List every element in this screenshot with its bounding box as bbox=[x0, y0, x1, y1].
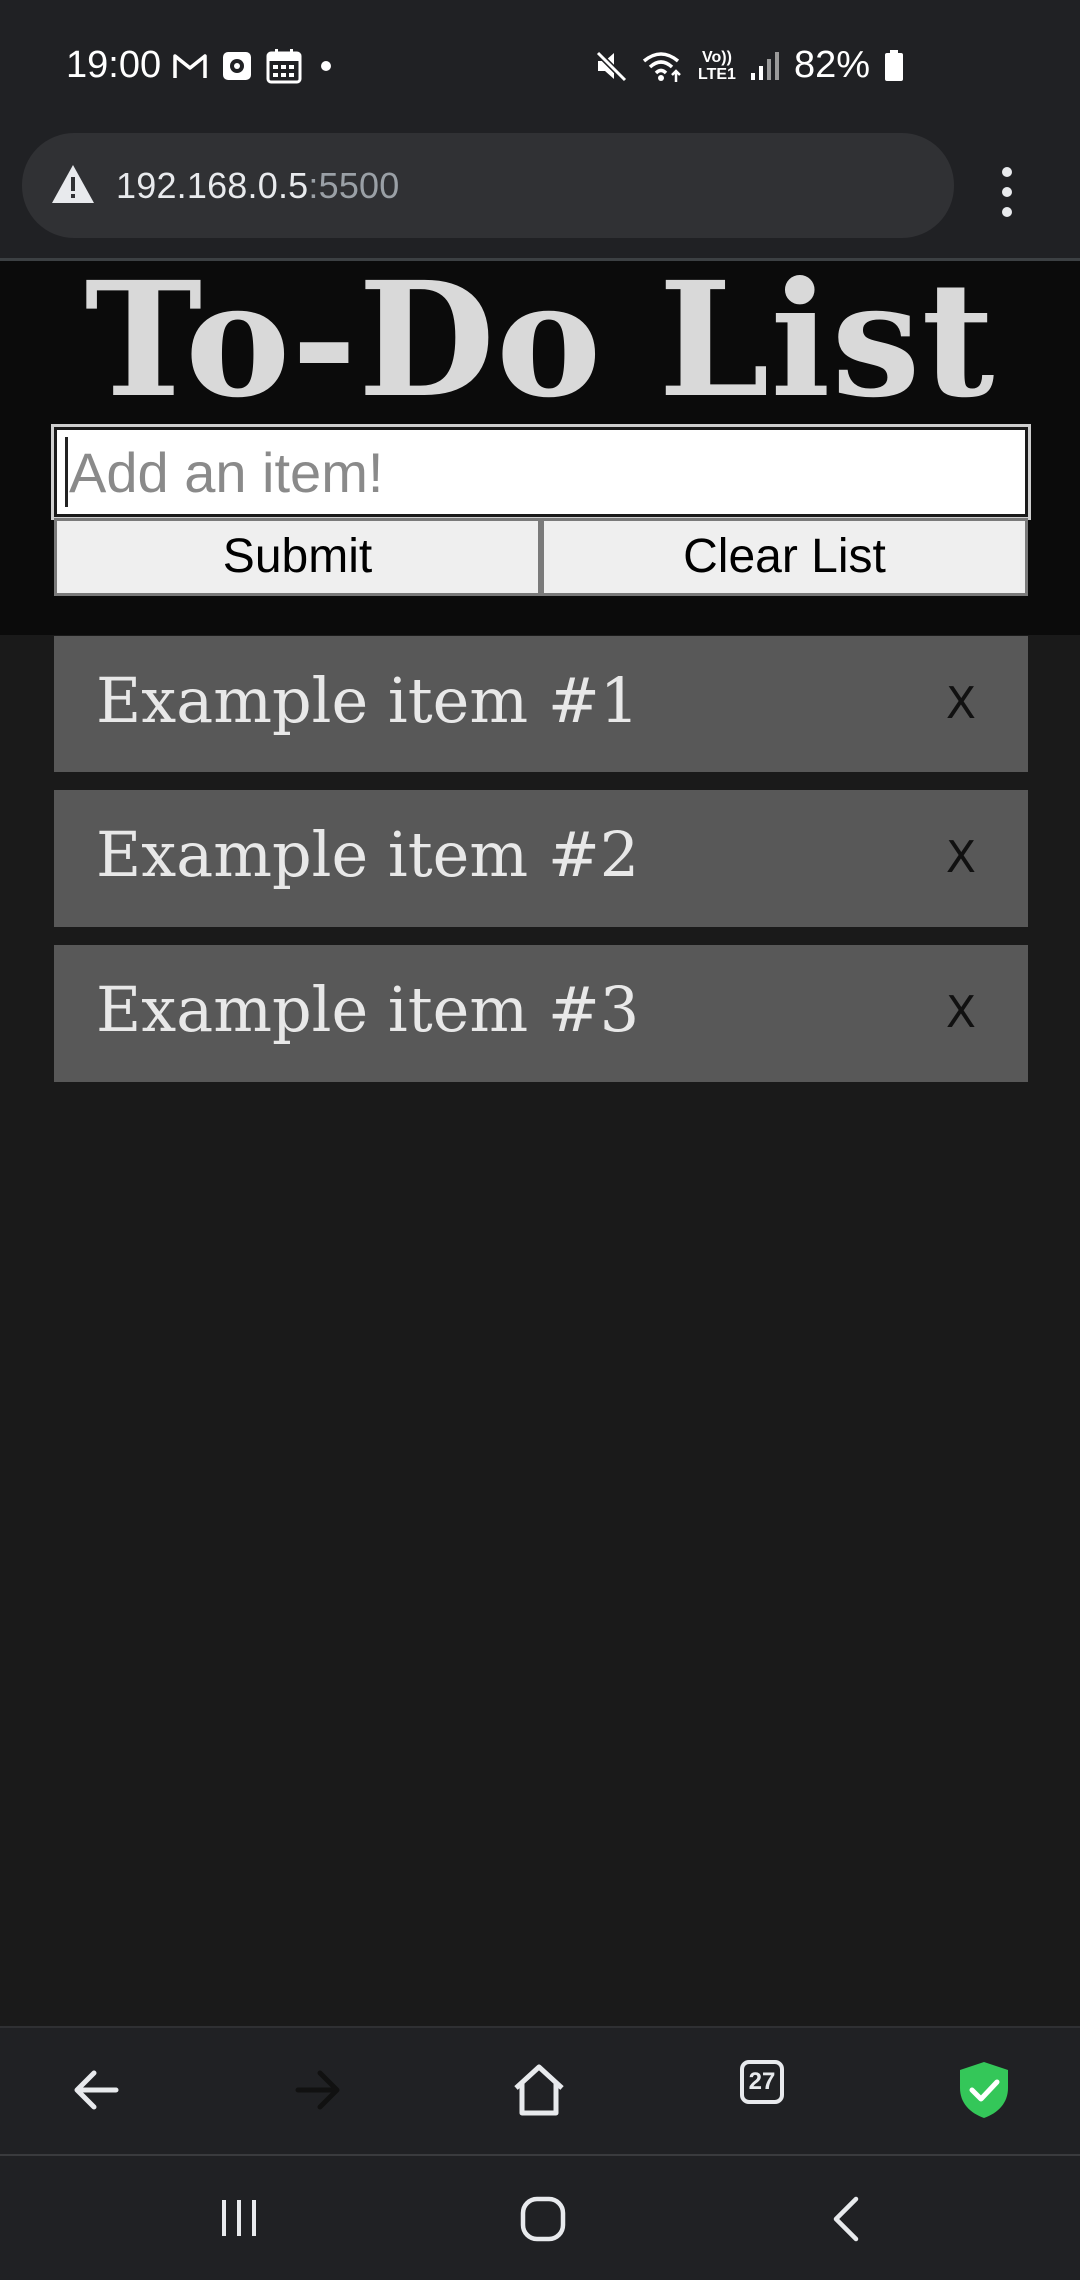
clear-list-button[interactable]: Clear List bbox=[541, 518, 1028, 596]
status-time: 19:00 bbox=[66, 44, 162, 86]
volte-icon: Vo)) LTE1 bbox=[698, 49, 736, 83]
list-item[interactable]: Example item #3 X bbox=[54, 945, 1028, 1082]
warning-icon[interactable] bbox=[50, 163, 96, 205]
mute-icon bbox=[595, 50, 628, 82]
remove-item-button[interactable]: X bbox=[946, 822, 976, 894]
recent-apps-icon[interactable] bbox=[214, 2196, 264, 2240]
home-icon[interactable] bbox=[507, 2058, 571, 2122]
todo-list: Example item #1 X Example item #2 X Exam… bbox=[54, 636, 1028, 1100]
home-button-icon[interactable] bbox=[518, 2194, 568, 2244]
url-omnibox[interactable]: 192.168.0.5:5500 bbox=[22, 133, 954, 238]
remove-item-button[interactable]: X bbox=[946, 668, 976, 740]
browser-address-bar: 192.168.0.5:5500 bbox=[0, 130, 1080, 258]
url-port: :5500 bbox=[308, 165, 400, 206]
forward-arrow-icon[interactable] bbox=[286, 2058, 350, 2122]
more-options-icon[interactable] bbox=[990, 164, 1024, 220]
battery-icon bbox=[885, 49, 903, 81]
system-back-icon[interactable] bbox=[826, 2194, 866, 2244]
notification-icons bbox=[172, 48, 336, 84]
submit-button[interactable]: Submit bbox=[54, 518, 541, 596]
wifi-icon bbox=[642, 51, 681, 82]
app-notification-icon bbox=[223, 52, 251, 80]
volte-label-top: Vo)) bbox=[702, 48, 732, 66]
shield-icon[interactable] bbox=[952, 2058, 1016, 2122]
browser-bottom-toolbar: 27 bbox=[0, 2026, 1080, 2154]
volte-label-bottom: LTE1 bbox=[698, 65, 736, 83]
list-item-text: Example item #1 bbox=[96, 664, 640, 737]
dot-icon bbox=[321, 61, 331, 71]
gmail-icon bbox=[173, 54, 207, 78]
signal-icon bbox=[750, 51, 779, 80]
remove-item-button[interactable]: X bbox=[946, 977, 976, 1049]
system-icons: Vo)) LTE1 82% bbox=[594, 44, 904, 87]
list-item[interactable]: Example item #1 X bbox=[54, 636, 1028, 772]
status-bar: 19:00 Vo)) LTE1 82% bbox=[0, 0, 1080, 130]
page-title: To-Do List bbox=[84, 248, 996, 433]
url-host: 192.168.0.5 bbox=[116, 165, 309, 206]
tab-switcher-button[interactable]: 27 bbox=[740, 2060, 784, 2104]
add-item-input[interactable] bbox=[51, 424, 1031, 520]
list-item-text: Example item #3 bbox=[96, 973, 640, 1046]
back-arrow-icon[interactable] bbox=[64, 2058, 128, 2122]
list-item-text: Example item #2 bbox=[96, 818, 640, 891]
list-item[interactable]: Example item #2 X bbox=[54, 790, 1028, 927]
calendar-icon bbox=[266, 49, 302, 84]
todo-header: To-Do List Submit Clear List bbox=[0, 261, 1080, 635]
battery-percent: 82% bbox=[793, 44, 870, 86]
text-caret bbox=[65, 437, 68, 507]
system-navigation-bar bbox=[0, 2154, 1080, 2280]
url-text[interactable]: 192.168.0.5:5500 bbox=[116, 165, 399, 207]
